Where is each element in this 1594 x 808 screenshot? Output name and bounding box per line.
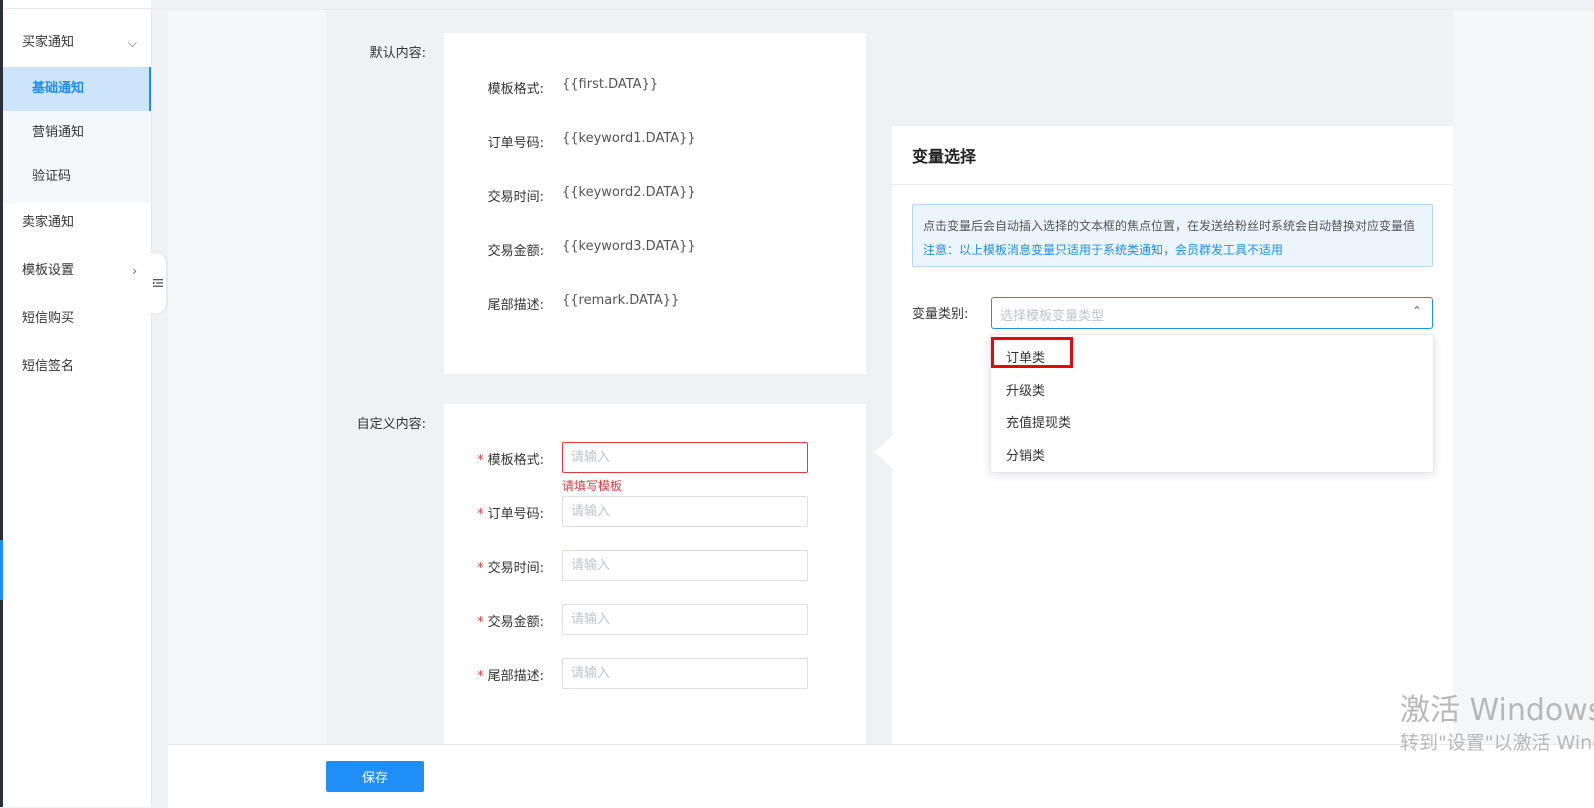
chevron-down-icon: ⌵: [127, 36, 137, 50]
dropdown-option-upgrade[interactable]: 升级类: [1006, 380, 1045, 399]
sidebar-item-label: 模板设置: [22, 263, 75, 278]
default-content-card: 模板格式: {{first.DATA}} 订单号码: {{keyword1.DA…: [444, 33, 866, 374]
custom-row-label: * 订单号码:: [454, 503, 544, 522]
custom-row-label: * 模板格式:: [454, 449, 544, 468]
default-row-value: {{remark.DATA}}: [562, 293, 680, 308]
sidebar-item-template-settings[interactable]: 模板设置 ›: [3, 249, 151, 293]
sidebar-item-basic-notice[interactable]: 基础通知: [3, 67, 151, 111]
sidebar-item-sms-signature[interactable]: 短信签名: [3, 345, 151, 389]
sidebar-item-verification-code[interactable]: 验证码: [3, 155, 151, 199]
select-placeholder: 选择模板变量类型: [1000, 309, 1105, 324]
sidebar-item-label: 买家通知: [22, 35, 75, 50]
panel-pointer-arrow: [874, 436, 892, 468]
default-row-value: {{keyword3.DATA}}: [562, 239, 696, 254]
top-header-strip: [151, 0, 1594, 10]
dropdown-option-order[interactable]: 订单类: [1006, 347, 1045, 366]
default-row-value: {{keyword2.DATA}}: [562, 185, 696, 200]
trade-amount-input[interactable]: [562, 604, 808, 635]
notice-warning-text: 注意：以上模板消息变量只适用于系统类通知，会员群发工具不适用: [923, 243, 1284, 257]
variable-type-label: 变量类别:: [912, 307, 969, 322]
order-number-input[interactable]: [562, 496, 808, 527]
watermark-line2: 转到"设置"以激活 Windows。: [1400, 732, 1594, 754]
variable-type-select[interactable]: 选择模板变量类型 ⌃: [991, 297, 1433, 329]
sidebar: 买家通知 ⌵ 基础通知 营销通知 验证码 卖家通知 模板设置 › 短信购买 短信…: [3, 0, 152, 807]
custom-row-label-text: 交易金额:: [487, 615, 544, 630]
default-row-value: {{first.DATA}}: [562, 77, 659, 92]
required-mark: *: [477, 561, 484, 576]
buyer-notice-submenu: 基础通知 营销通知 验证码: [3, 67, 151, 203]
template-format-input[interactable]: [562, 442, 808, 473]
required-mark: *: [477, 453, 484, 468]
required-mark: *: [477, 669, 484, 684]
panel-title-divider: [892, 184, 1453, 185]
required-mark: *: [477, 615, 484, 630]
sidebar-item-label: 卖家通知: [22, 215, 75, 230]
sidebar-collapse-button[interactable]: [149, 253, 166, 313]
sidebar-item-label: 短信签名: [22, 359, 75, 374]
dropdown-option-recharge-withdraw[interactable]: 充值提现类: [1006, 412, 1071, 431]
custom-content-card: *模板格式: 请填写模板 *订单号码: *交易时间: *交易金额: *尾部描述:: [444, 404, 866, 744]
collapse-menu-icon: [152, 279, 163, 287]
sidebar-item-label: 短信购买: [22, 311, 75, 326]
default-row-label: 交易金额:: [487, 244, 544, 259]
footer-description-input[interactable]: [562, 658, 808, 689]
custom-row-label-text: 交易时间:: [487, 561, 544, 576]
trade-time-input[interactable]: [562, 550, 808, 581]
sidebar-item-label: 营销通知: [32, 125, 85, 140]
sidebar-item-buyer-notice[interactable]: 买家通知 ⌵: [3, 21, 151, 65]
sidebar-item-sms-purchase[interactable]: 短信购买: [3, 297, 151, 341]
custom-row-label: * 尾部描述:: [454, 665, 544, 684]
variable-notice-box: 点击变量后会自动插入选择的文本框的焦点位置，在发送给粉丝时系统会自动替换对应变量…: [912, 204, 1433, 267]
variable-type-dropdown: 订单类 升级类 充值提现类 分销类: [990, 334, 1434, 473]
notice-text: 点击变量后会自动插入选择的文本框的焦点位置，在发送给粉丝时系统会自动替换对应变量…: [923, 219, 1416, 233]
template-error-message: 请填写模板: [562, 479, 623, 493]
chevron-right-icon: ›: [132, 264, 137, 278]
custom-content-label: 自定义内容:: [356, 417, 426, 432]
sidebar-item-seller-notice[interactable]: 卖家通知: [3, 201, 151, 245]
save-button[interactable]: 保存: [326, 761, 424, 792]
default-row-label: 订单号码:: [487, 136, 544, 151]
custom-row-label-text: 尾部描述:: [487, 669, 544, 684]
default-row-label: 模板格式:: [487, 82, 544, 97]
default-row-label: 交易时间:: [487, 190, 544, 205]
custom-row-label: * 交易金额:: [454, 611, 544, 630]
custom-row-label: * 交易时间:: [454, 557, 544, 576]
dropdown-option-distribution[interactable]: 分销类: [1006, 445, 1045, 464]
sidebar-top-divider: [3, 0, 151, 9]
windows-activation-watermark: 激活 Windows 转到"设置"以激活 Windows。: [1400, 692, 1594, 756]
sidebar-item-marketing-notice[interactable]: 营销通知: [3, 111, 151, 155]
watermark-line1: 激活 Windows: [1400, 693, 1594, 728]
chevron-up-icon: ⌃: [1411, 304, 1422, 318]
required-mark: *: [477, 507, 484, 522]
default-row-label: 尾部描述:: [487, 298, 544, 313]
default-content-label: 默认内容:: [369, 46, 426, 61]
sidebar-item-label: 验证码: [32, 169, 72, 184]
panel-title: 变量选择: [912, 147, 977, 166]
default-row-value: {{keyword1.DATA}}: [562, 131, 696, 146]
custom-row-label-text: 订单号码:: [487, 507, 544, 522]
sidebar-item-label: 基础通知: [32, 81, 85, 96]
custom-row-label-text: 模板格式:: [487, 453, 544, 468]
